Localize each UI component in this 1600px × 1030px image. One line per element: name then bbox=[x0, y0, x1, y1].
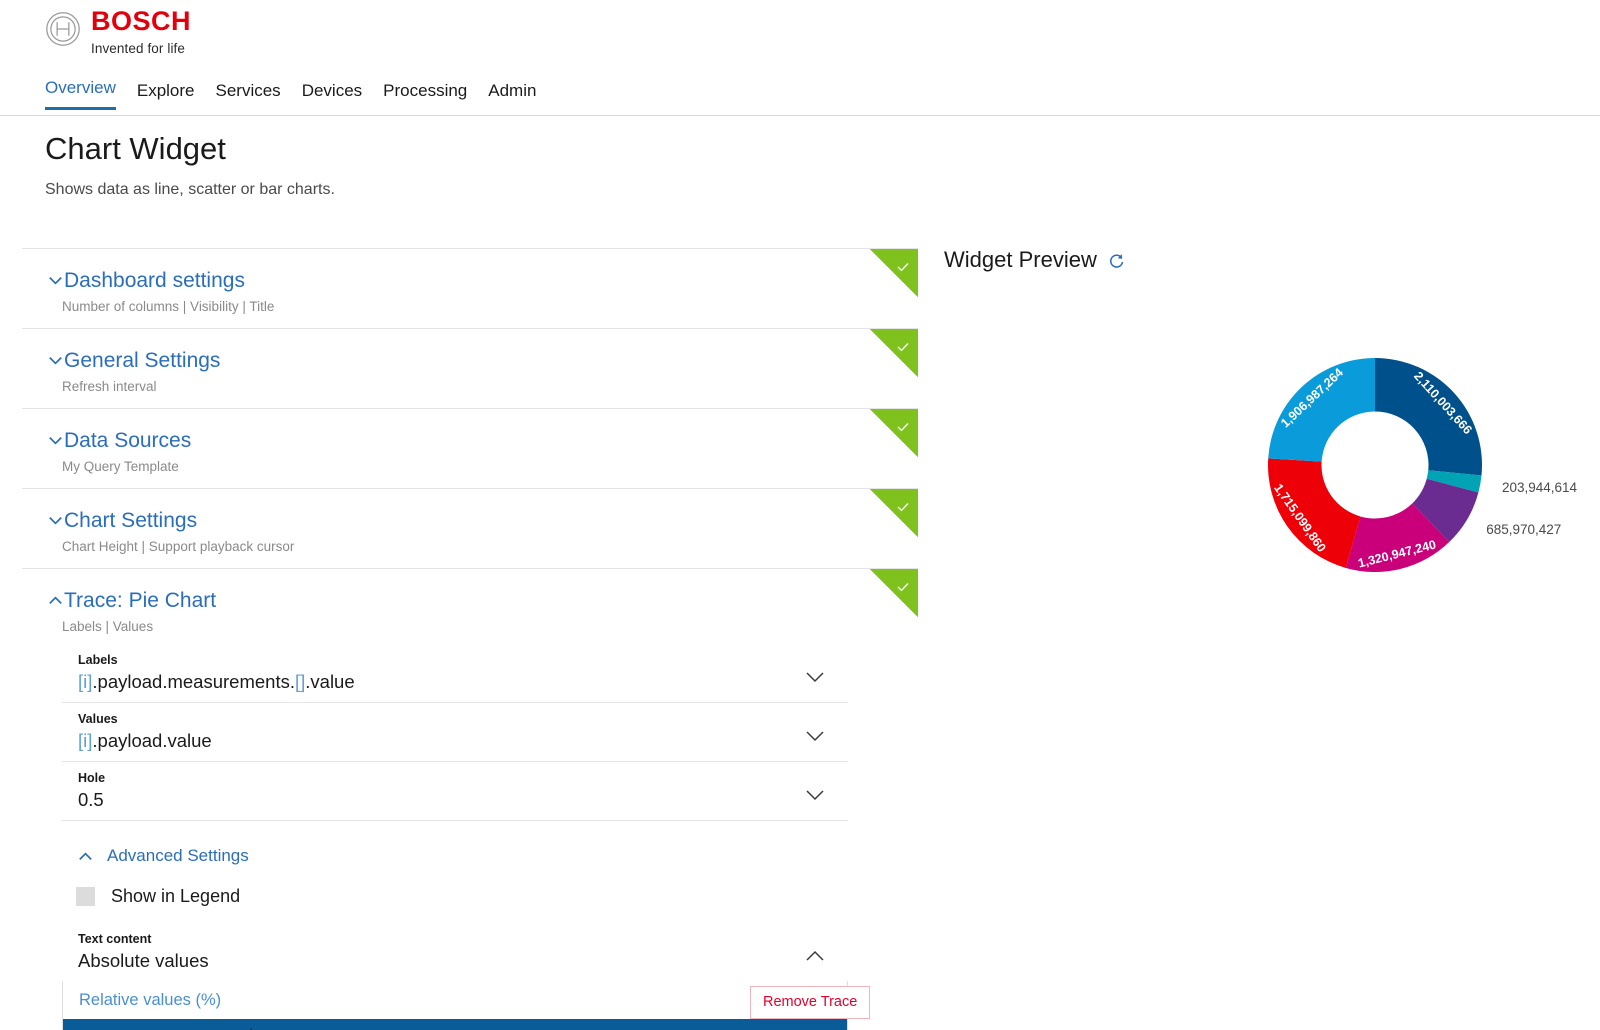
chevron-down-icon bbox=[49, 517, 62, 525]
brand-name: BOSCH bbox=[91, 6, 192, 36]
nav-item-explore[interactable]: Explore bbox=[137, 81, 195, 110]
chevron-down-icon bbox=[49, 277, 62, 285]
section-chart-settings[interactable]: Chart Settings Chart Height | Support pl… bbox=[22, 488, 918, 569]
remove-trace-wrap: Remove Trace bbox=[750, 986, 871, 1019]
section-title: Chart Settings bbox=[64, 509, 198, 533]
app-root: BOSCH Invented for life Overview Explore… bbox=[0, 0, 1600, 1030]
section-subtitle: Number of columns | Visibility | Title bbox=[62, 299, 275, 315]
check-icon bbox=[897, 343, 909, 352]
nav-item-processing[interactable]: Processing bbox=[383, 81, 467, 110]
bosch-anchor-icon bbox=[46, 12, 80, 46]
field-value: [i].payload.value bbox=[78, 730, 212, 752]
text-content-option-list: Relative values (%) Absolute values bbox=[62, 981, 848, 1030]
nav-item-admin[interactable]: Admin bbox=[488, 81, 536, 110]
section-title: Dashboard settings bbox=[64, 269, 245, 292]
section-title: Data Sources bbox=[64, 429, 192, 453]
field-value: Absolute values bbox=[78, 950, 209, 972]
nav-item-services[interactable]: Services bbox=[216, 81, 281, 110]
check-icon bbox=[897, 583, 909, 592]
header-divider bbox=[0, 115, 1600, 116]
option-absolute-values[interactable]: Absolute values bbox=[63, 1019, 847, 1030]
page-title: Chart Widget bbox=[45, 131, 226, 166]
chevron-down-icon bbox=[49, 357, 62, 365]
remove-trace-button[interactable]: Remove Trace bbox=[750, 986, 871, 1019]
labels-field[interactable]: Labels [i].payload.measurements.[].value bbox=[62, 644, 848, 704]
field-value: [i].payload.measurements.[].value bbox=[78, 671, 355, 693]
chevron-up-icon[interactable] bbox=[804, 949, 826, 963]
main-nav: Overview Explore Services Devices Proces… bbox=[45, 78, 536, 110]
field-label: Values bbox=[78, 712, 118, 727]
section-subtitle: My Query Template bbox=[62, 459, 179, 475]
widget-preview-title: Widget Preview bbox=[944, 247, 1097, 272]
section-valid-flag bbox=[870, 569, 918, 618]
widget-preview-header: Widget Preview bbox=[944, 247, 1126, 273]
pie-chart-preview: 2,110,003,666 1,320,947,240 1,715,099,860 1… bbox=[1150, 320, 1600, 620]
show-in-legend-row[interactable]: Show in Legend bbox=[76, 886, 918, 907]
trace-body: Labels [i].payload.measurements.[].value… bbox=[22, 634, 918, 1030]
field-value: 0.5 bbox=[78, 789, 104, 811]
text-content-field[interactable]: Text content Absolute values bbox=[62, 923, 848, 981]
section-subtitle: Refresh interval bbox=[62, 379, 157, 395]
section-valid-flag bbox=[870, 329, 918, 378]
brand-logo: BOSCH Invented for life bbox=[45, 8, 191, 56]
brand-claim: Invented for life bbox=[91, 41, 186, 56]
show-in-legend-checkbox[interactable] bbox=[76, 887, 95, 907]
chevron-down-icon bbox=[49, 437, 62, 445]
section-valid-flag bbox=[870, 409, 918, 458]
nav-item-overview[interactable]: Overview bbox=[45, 78, 116, 110]
field-label: Hole bbox=[78, 771, 106, 786]
section-title: Trace: Pie Chart bbox=[64, 589, 217, 613]
chevron-up-icon[interactable] bbox=[46, 591, 65, 610]
page-subtitle: Shows data as line, scatter or bar chart… bbox=[45, 181, 335, 198]
section-title: General Settings bbox=[64, 349, 221, 373]
section-valid-flag bbox=[870, 489, 918, 538]
hole-field[interactable]: Hole 0.5 bbox=[62, 762, 848, 822]
nav-item-devices[interactable]: Devices bbox=[302, 81, 362, 110]
chevron-up-icon bbox=[79, 852, 92, 860]
chevron-down-icon[interactable] bbox=[804, 670, 826, 684]
check-icon bbox=[897, 263, 909, 272]
section-subtitle: Chart Height | Support playback cursor bbox=[62, 539, 295, 555]
chevron-down-icon[interactable] bbox=[804, 788, 826, 802]
show-in-legend-label: Show in Legend bbox=[111, 886, 241, 907]
settings-panel: Dashboard settings Number of columns | V… bbox=[22, 248, 918, 1030]
pie-slice-label-outside: 203,944,614 bbox=[1501, 479, 1578, 495]
advanced-settings-toggle[interactable]: Advanced Settings bbox=[76, 846, 918, 866]
chevron-down-icon[interactable] bbox=[804, 729, 826, 743]
section-subtitle: Labels | Values bbox=[62, 619, 154, 635]
option-relative-values[interactable]: Relative values (%) bbox=[63, 981, 847, 1019]
values-field[interactable]: Values [i].payload.value bbox=[62, 703, 848, 763]
section-dashboard-settings[interactable]: Dashboard settings Number of columns | V… bbox=[22, 248, 918, 329]
section-trace-pie-chart[interactable]: Trace: Pie Chart Labels | Values Labels … bbox=[22, 568, 918, 1030]
check-icon bbox=[897, 423, 909, 432]
donut-chart bbox=[1268, 358, 1482, 572]
field-label: Text content bbox=[78, 932, 152, 947]
pie-slice-label-outside: 685,970,427 bbox=[1486, 522, 1562, 538]
check-icon bbox=[897, 503, 909, 512]
section-data-sources[interactable]: Data Sources My Query Template bbox=[22, 408, 918, 489]
section-valid-flag bbox=[870, 249, 918, 297]
advanced-settings-label: Advanced Settings bbox=[107, 846, 249, 866]
section-general-settings[interactable]: General Settings Refresh interval bbox=[22, 328, 918, 409]
refresh-icon[interactable] bbox=[1107, 251, 1126, 270]
field-label: Labels bbox=[78, 653, 118, 668]
